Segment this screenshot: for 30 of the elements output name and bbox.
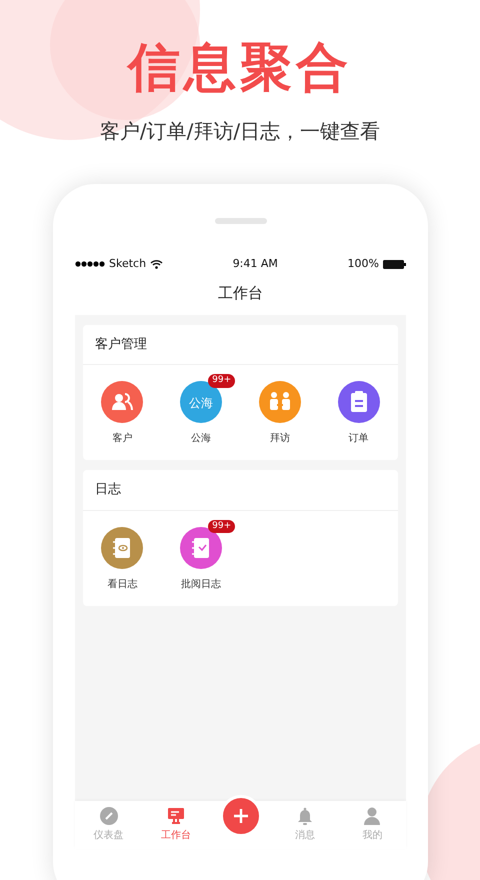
section-title: 客户管理 xyxy=(83,324,398,365)
count-badge: 99+ xyxy=(208,374,236,388)
section-title: 日志 xyxy=(83,470,398,510)
item-label[interactable]: 看日志 xyxy=(107,576,138,592)
item-label[interactable]: 订单 xyxy=(348,431,369,446)
speaker-slot xyxy=(214,218,266,224)
wifi-icon xyxy=(150,259,164,269)
subtitle: 客户/订单/拜访/日志，一键查看 xyxy=(98,118,382,145)
monitor-icon xyxy=(166,806,186,826)
item-label[interactable]: 公海 xyxy=(191,431,212,446)
signal-icon xyxy=(75,261,105,267)
item-label[interactable]: 批阅日志 xyxy=(181,576,222,592)
notebook-eye-icon[interactable] xyxy=(101,526,144,568)
people-icon[interactable] xyxy=(101,381,144,423)
item-label[interactable]: 客户 xyxy=(112,431,132,446)
clipboard-icon[interactable] xyxy=(338,381,380,423)
notebook-check-icon[interactable] xyxy=(180,526,222,568)
battery-percent: 100% xyxy=(348,256,379,272)
person-icon xyxy=(362,806,382,826)
battery-icon xyxy=(382,260,406,268)
screen-title: 工作台 xyxy=(217,283,264,304)
gauge-icon xyxy=(98,806,119,826)
item-label[interactable]: 拜访 xyxy=(270,431,290,446)
meeting-icon[interactable] xyxy=(258,381,301,423)
headline: 信息聚合 xyxy=(128,37,352,94)
carrier-name: Sketch xyxy=(109,256,146,272)
tab-item[interactable]: 工作台 xyxy=(142,802,210,848)
status-time: 9:41 AM xyxy=(232,256,278,272)
count-badge: 99+ xyxy=(208,520,236,534)
plus-icon xyxy=(232,808,248,824)
